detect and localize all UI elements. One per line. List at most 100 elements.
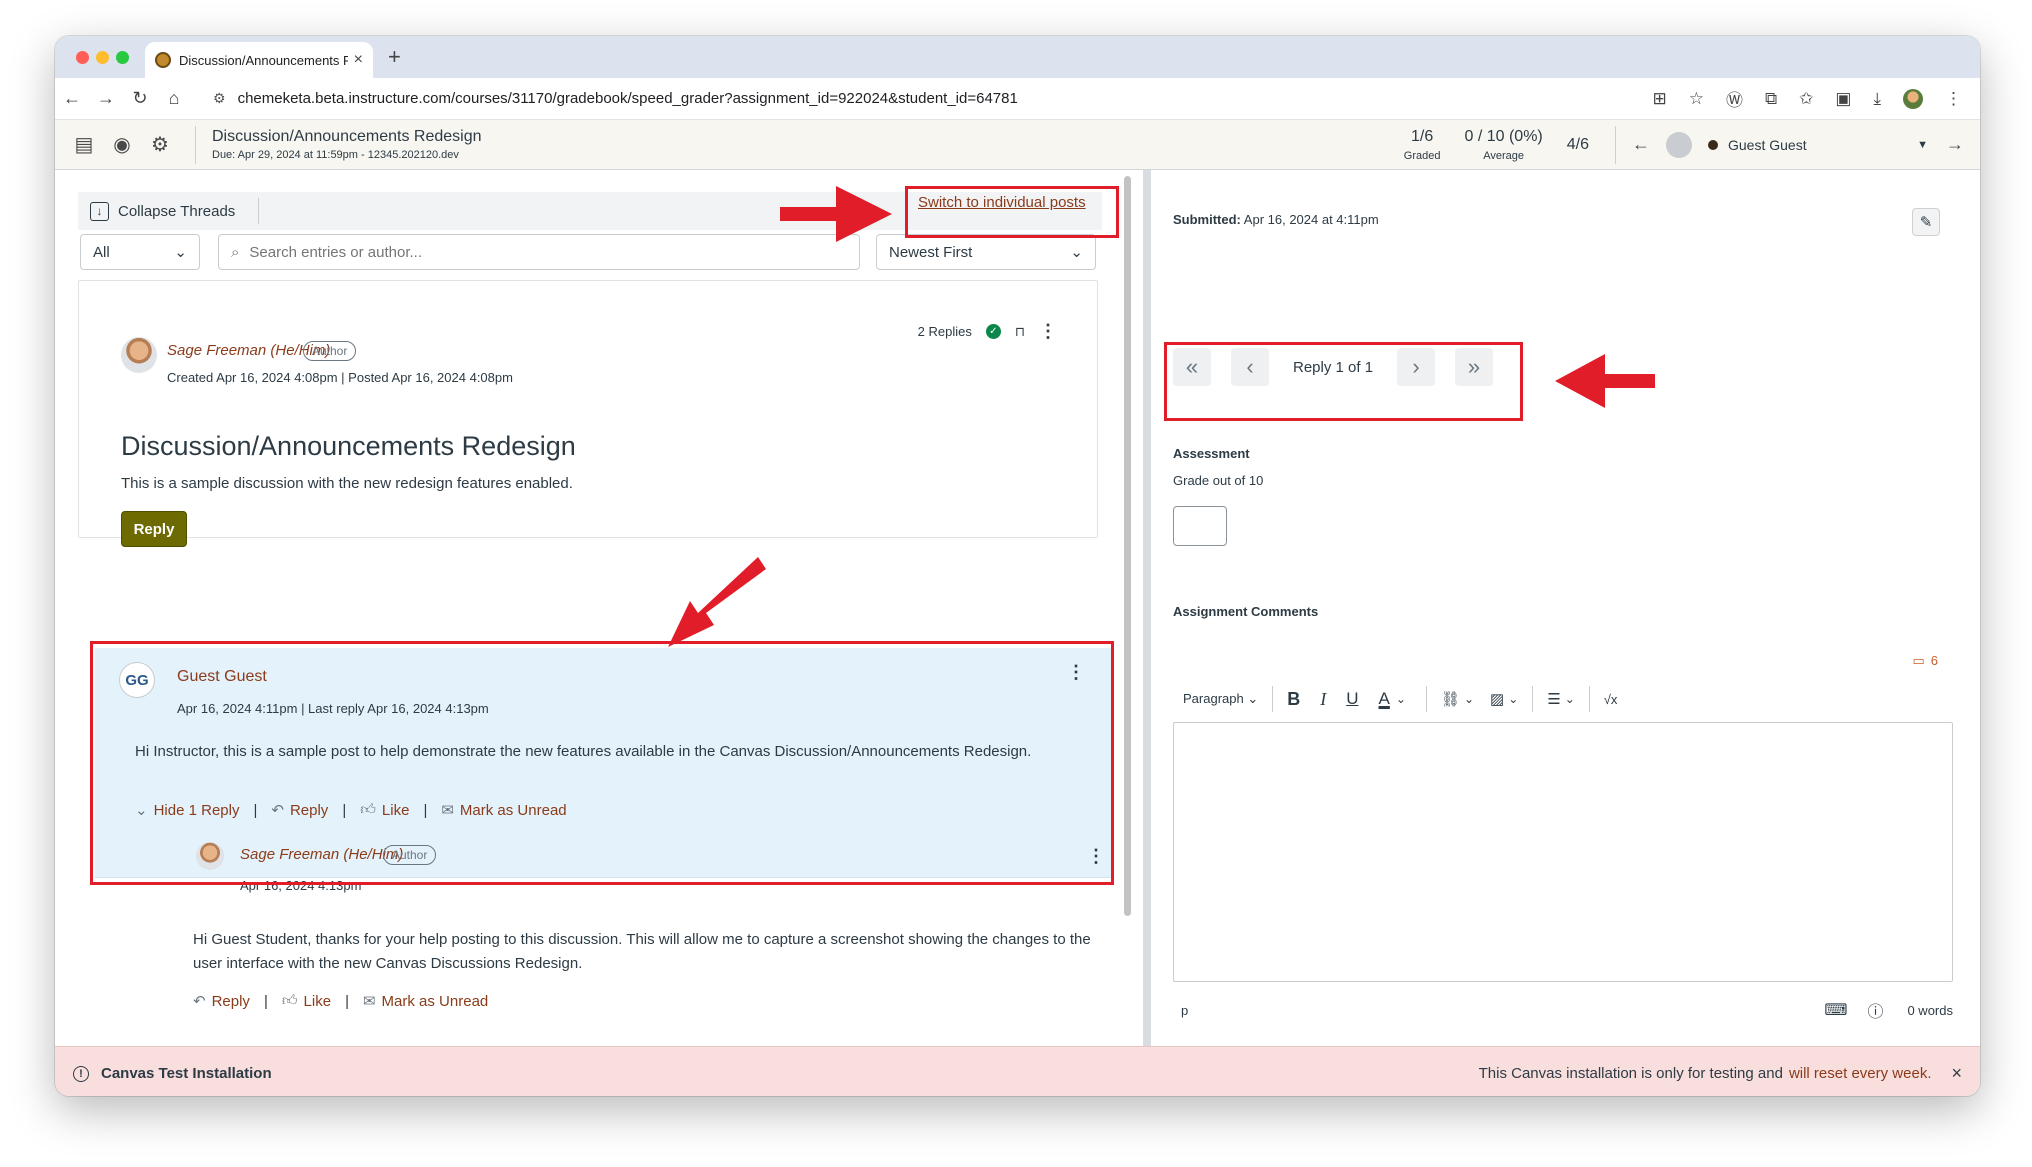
profile-avatar[interactable] (1903, 88, 1923, 109)
reply-reply-label: Reply (211, 992, 250, 1010)
install-app-icon[interactable]: ⊞ (1653, 89, 1667, 109)
discussion-pane: ↓ Collapse Threads Switch to individual … (70, 170, 1138, 1045)
minimize-window-icon[interactable] (96, 51, 109, 64)
average-stat: 0 / 10 (0%) Average (1464, 128, 1542, 162)
editor-status-bar: p ⌨ ⓘ 0 words (1173, 998, 1953, 1022)
header-divider (1615, 125, 1616, 164)
reply-mark-unread-button[interactable]: ✉ Mark as Unread (363, 992, 489, 1011)
reply-like-button[interactable]: 👍︎ Like (282, 992, 331, 1010)
browser-tab-title: Discussion/Announcements R (179, 52, 348, 68)
banner-link[interactable]: will reset every week. (1789, 1065, 1932, 1082)
close-tab-icon[interactable]: × (354, 51, 363, 69)
forward-icon[interactable]: → (89, 88, 123, 109)
chevron-down-icon: ⌄ (1070, 244, 1083, 261)
browser-tab[interactable]: Discussion/Announcements R × (145, 42, 373, 78)
list-icon[interactable]: ☰ (1547, 690, 1560, 708)
browser-menu-icon[interactable]: ⋮ (1945, 89, 1962, 109)
close-banner-icon[interactable]: × (1951, 1063, 1962, 1084)
grade-input[interactable] (1173, 506, 1227, 546)
equation-icon[interactable]: √x (1604, 692, 1618, 707)
extensions-icon[interactable]: ⧉ (1765, 89, 1777, 109)
text-color-icon[interactable]: A (1379, 689, 1390, 709)
graded-value: 1/6 (1411, 127, 1434, 145)
element-path: p (1181, 1002, 1189, 1018)
comment-editor[interactable] (1173, 722, 1953, 982)
student-select[interactable]: Guest Guest ▼ (1708, 137, 1928, 153)
image-icon[interactable]: ▨ (1490, 690, 1504, 708)
graded-stat: 1/6 Graded (1404, 128, 1441, 162)
topic-title: Discussion/Announcements Redesign (121, 431, 576, 461)
comment-count-badge[interactable]: ▭ 6 (1912, 653, 1938, 669)
home-icon[interactable]: ⌂ (157, 88, 191, 109)
maximize-window-icon[interactable] (116, 51, 129, 64)
topic-meta: Created Apr 16, 2024 4:08pm | Posted Apr… (167, 370, 513, 385)
reply-body: Hi Guest Student, thanks for your help p… (193, 931, 1091, 972)
topic-reply-button[interactable]: Reply (121, 511, 187, 547)
bookmark-icon[interactable]: ⊓ (1015, 324, 1025, 340)
sort-value: Newest First (889, 243, 973, 261)
topic-reply-info: 2 Replies ✓ ⊓ ⋮ (918, 321, 1057, 342)
grading-pane: Submitted: Apr 16, 2024 at 4:11pm ✎ « ‹ … (1151, 170, 1980, 1096)
assignment-info: Discussion/Announcements Redesign Due: A… (212, 128, 481, 161)
chevron-down-icon: ▼ (1917, 138, 1928, 151)
average-label: Average (1483, 149, 1524, 162)
rich-text-toolbar: Paragraph ⌄ B I U A ⌄ ⛓ ⌄ ▨ ⌄ ☰ ⌄ √x (1173, 682, 1953, 716)
chevron-down-icon[interactable]: ⌄ (1508, 692, 1518, 706)
comments-heading: Assignment Comments (1173, 604, 1319, 619)
collapse-icon: ↓ (90, 201, 109, 221)
gradebook-icon[interactable]: ▤ (65, 132, 103, 157)
reply-reply-button[interactable]: ↶ Reply (193, 992, 250, 1011)
banner-message: This Canvas installation is only for tes… (1478, 1065, 1783, 1082)
reply-arrow-icon: ↶ (193, 993, 206, 1010)
search-field[interactable]: ⌕ (218, 234, 860, 270)
reply-mark-unread-label: Mark as Unread (381, 992, 489, 1010)
new-tab-icon[interactable]: + (388, 44, 401, 70)
previous-student-icon[interactable]: ← (1632, 134, 1650, 155)
reload-icon[interactable]: ↻ (123, 88, 157, 109)
annotation-arrow-left-icon (1555, 354, 1655, 408)
paragraph-select[interactable]: Paragraph ⌄ (1183, 691, 1258, 707)
test-installation-banner: ! Canvas Test Installation This Canvas i… (55, 1046, 1980, 1096)
assignment-title[interactable]: Discussion/Announcements Redesign (212, 128, 481, 146)
action-divider: | (263, 992, 268, 1010)
settings-gear-icon[interactable]: ⚙ (141, 132, 179, 157)
address-bar[interactable]: ⚙ chemeketa.beta.instructure.com/courses… (201, 82, 1581, 115)
chevron-down-icon[interactable]: ⌄ (1464, 692, 1474, 706)
search-icon: ⌕ (231, 243, 240, 261)
topic-options-icon[interactable]: ⋮ (1039, 321, 1057, 342)
wordpress-extension-icon[interactable]: Ⓦ (1726, 86, 1743, 111)
link-icon[interactable]: ⛓ (1441, 690, 1460, 708)
comment-icon: ▭ (1912, 653, 1925, 668)
reply-actions: ↶ Reply | 👍︎ Like | ✉ Mark as Unread (193, 992, 488, 1010)
collapse-threads-button[interactable]: ↓ Collapse Threads (90, 198, 235, 224)
pane-resize-handle[interactable] (1143, 170, 1151, 1096)
toolbar-divider (258, 198, 259, 224)
reading-list-icon[interactable]: ✩ (1799, 89, 1813, 109)
filter-select[interactable]: All ⌄ (80, 234, 200, 270)
sort-select[interactable]: Newest First ⌄ (876, 234, 1096, 270)
bookmark-star-icon[interactable]: ☆ (1689, 89, 1704, 109)
back-icon[interactable]: ← (55, 88, 89, 109)
browser-tabstrip: Discussion/Announcements R × + (55, 36, 1980, 78)
underline-icon[interactable]: U (1346, 689, 1358, 709)
site-info-icon[interactable]: ⚙ (213, 90, 226, 107)
download-icon[interactable]: ⤓ (1873, 89, 1881, 109)
tab-search-icon[interactable]: ▣ (1835, 89, 1851, 109)
submitted-label: Submitted: (1173, 212, 1241, 227)
bold-icon[interactable]: B (1287, 689, 1300, 710)
search-input[interactable] (249, 243, 847, 261)
close-window-icon[interactable] (76, 51, 89, 64)
next-student-icon[interactable]: → (1946, 134, 1964, 155)
submitted-info: Submitted: Apr 16, 2024 at 4:11pm (1173, 212, 1379, 227)
chevron-down-icon[interactable]: ⌄ (1396, 692, 1406, 706)
accessibility-checker-icon[interactable]: ⓘ (1867, 998, 1883, 1022)
edit-pencil-icon[interactable]: ✎ (1912, 208, 1940, 236)
chevron-down-icon[interactable]: ⌄ (1565, 692, 1575, 706)
paragraph-label: Paragraph (1183, 691, 1244, 706)
eye-icon[interactable]: ◉ (103, 132, 141, 157)
chevron-down-icon: ⌄ (174, 244, 187, 261)
address-text: chemeketa.beta.instructure.com/courses/3… (237, 90, 1018, 107)
italic-icon[interactable]: I (1320, 689, 1326, 710)
discussion-scrollbar[interactable] (1124, 176, 1131, 916)
keyboard-shortcuts-icon[interactable]: ⌨ (1824, 1000, 1847, 1020)
